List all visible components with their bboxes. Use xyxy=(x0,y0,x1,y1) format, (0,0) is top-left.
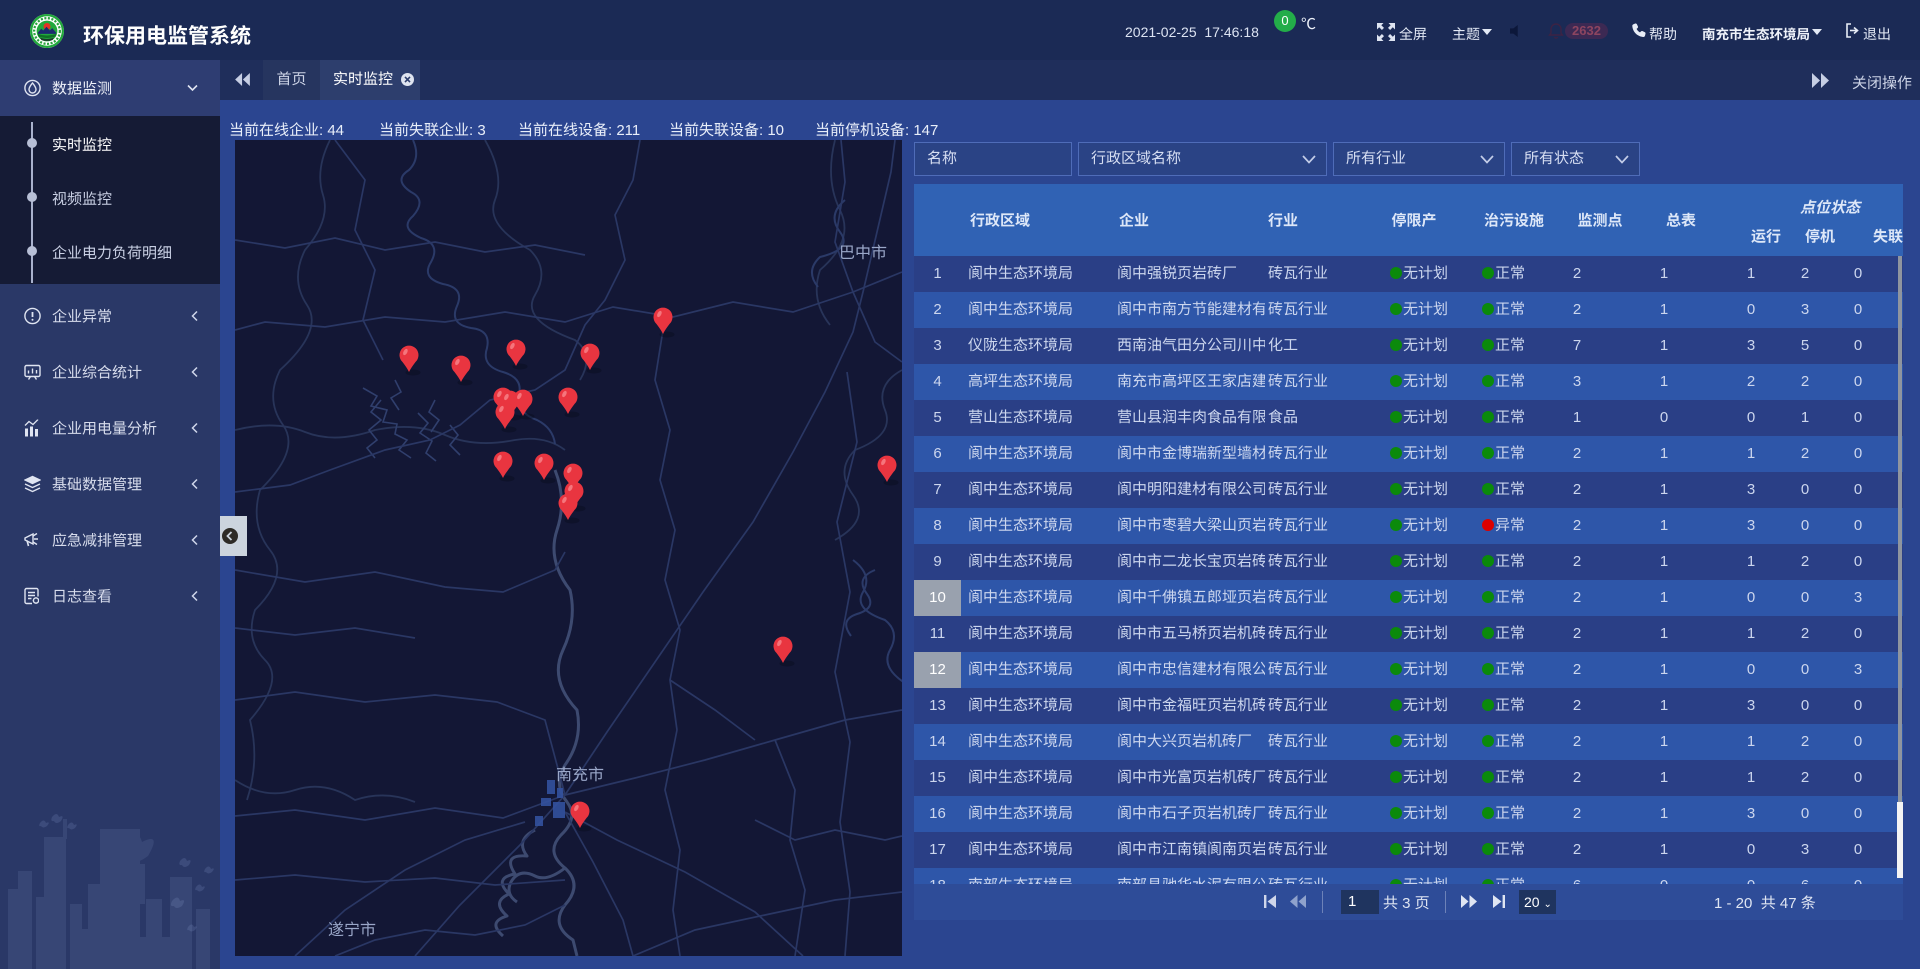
svg-text:南充市: 南充市 xyxy=(556,766,604,784)
svg-text:遂宁市: 遂宁市 xyxy=(328,921,376,939)
svg-text:巴中市: 巴中市 xyxy=(839,244,887,262)
